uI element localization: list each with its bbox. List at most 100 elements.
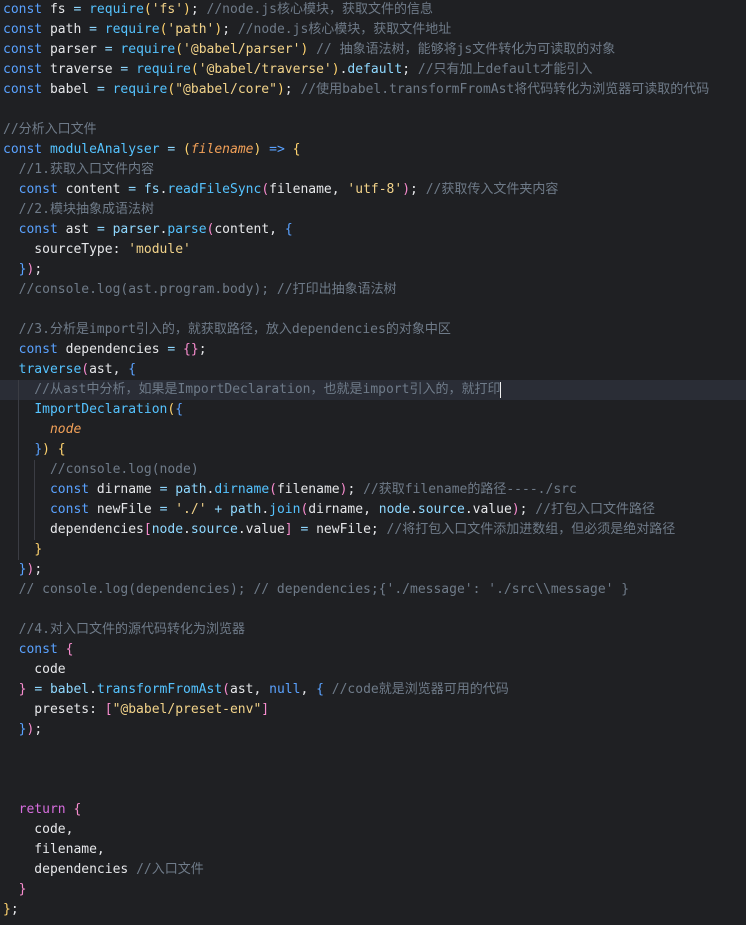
code-line[interactable]: sourceType: 'module': [3, 240, 191, 260]
code-token: //只有加上default才能引入: [410, 62, 593, 77]
code-token: ;: [402, 62, 411, 77]
code-line[interactable]: }: [3, 880, 27, 900]
code-token: source: [190, 522, 238, 537]
code-token: }: [34, 542, 43, 557]
code-token: return: [18, 802, 66, 817]
code-token: //从ast中分析，如果是ImportDeclaration，也就是import…: [3, 382, 501, 397]
code-token: //console.log(ast.program.body); //打印出抽象…: [3, 282, 397, 297]
code-line[interactable]: //console.log(ast.program.body); //打印出抽象…: [3, 280, 397, 300]
code-line[interactable]: code,: [3, 820, 73, 840]
code-line[interactable]: //4.对入口文件的源代码转化为浏览器: [3, 620, 245, 640]
code-line[interactable]: ImportDeclaration({: [3, 400, 183, 420]
code-line[interactable]: const babel = require("@babel/core"); //…: [3, 80, 709, 100]
code-token: 'module': [128, 242, 191, 257]
code-line[interactable]: presets: ["@babel/preset-env"]: [3, 700, 269, 720]
code-token: =: [34, 682, 43, 697]
code-token: readFileSync: [167, 182, 262, 197]
code-token: newFile;: [308, 522, 379, 537]
code-token: (: [190, 62, 199, 77]
code-token: (: [143, 2, 152, 17]
code-token: dependencies: [57, 342, 168, 357]
code-token: {: [128, 362, 137, 377]
code-line[interactable]: //分析入口文件: [3, 120, 97, 140]
code-token: ): [183, 2, 191, 17]
code-token: ]: [284, 522, 293, 537]
code-line[interactable]: const dependencies = {};: [3, 340, 207, 360]
code-token: require: [112, 82, 168, 97]
code-line[interactable]: //2.模块抽象成语法树: [3, 200, 154, 220]
code-token: //将打包入口文件添加进数组，但必须是绝对路径: [378, 522, 676, 537]
code-line[interactable]: const newFile = './' + path.join(dirname…: [3, 500, 655, 520]
code-token: .: [261, 502, 270, 517]
code-line[interactable]: dependencies //入口文件: [3, 860, 204, 880]
code-token: //node.js核心模块，获取文件的信息: [198, 2, 433, 17]
code-token: //入口文件: [136, 862, 204, 877]
code-token: fs: [143, 182, 160, 197]
code-editor[interactable]: const fs = require('fs'); //node.js核心模块，…: [0, 0, 746, 925]
code-line[interactable]: const ast = parser.parse(content, {: [3, 220, 293, 240]
code-token: ]: [261, 702, 270, 717]
code-line[interactable]: });: [3, 260, 42, 280]
code-token: ): [42, 442, 50, 457]
code-token: =: [96, 82, 105, 97]
code-token: ImportDeclaration: [34, 402, 168, 417]
code-line[interactable]: return {: [3, 800, 82, 820]
code-line[interactable]: const fs = require('fs'); //node.js核心模块，…: [3, 0, 433, 20]
code-line[interactable]: const content = fs.readFileSync(filename…: [3, 180, 559, 200]
code-token: source: [417, 502, 465, 517]
code-token: ast,: [89, 362, 129, 377]
code-line[interactable]: const path = require('path'); //node.js核…: [3, 20, 451, 40]
code-line[interactable]: //console.log(node): [3, 460, 199, 480]
text-cursor: [500, 381, 502, 398]
code-token: traverse: [18, 362, 82, 377]
code-token: join: [269, 502, 301, 517]
code-token: require: [120, 42, 176, 57]
code-token: //打包入口文件路径: [527, 502, 655, 517]
code-line[interactable]: });: [3, 720, 42, 740]
code-line[interactable]: dependencies[node.source.value] = newFil…: [3, 520, 675, 540]
code-line[interactable]: });: [3, 560, 42, 580]
code-token: "@babel/preset-env": [112, 702, 262, 717]
code-line[interactable]: node: [3, 420, 81, 440]
code-line[interactable]: //1.获取入口文件内容: [3, 160, 154, 180]
code-line[interactable]: traverse(ast, {: [3, 360, 136, 380]
code-token: [: [104, 702, 113, 717]
code-line[interactable]: //从ast中分析，如果是ImportDeclaration，也就是import…: [3, 380, 502, 400]
code-token: transformFromAst: [96, 682, 223, 697]
code-line[interactable]: };: [3, 900, 19, 920]
code-token: //分析入口文件: [3, 122, 97, 137]
code-token: const: [18, 182, 58, 197]
code-token: node: [378, 502, 411, 517]
code-token: +: [214, 502, 223, 517]
code-token: (: [183, 142, 191, 157]
code-token: dirname,: [308, 502, 379, 517]
code-line[interactable]: filename,: [3, 840, 104, 860]
code-token: //3.分析是import引入的，就获取路径，放入dependencies的对象…: [3, 322, 451, 337]
code-token: 'utf-8': [347, 182, 403, 197]
code-line[interactable]: } = babel.transformFromAst(ast, null, { …: [3, 680, 509, 700]
code-token: }: [3, 902, 11, 917]
code-line[interactable]: const traverse = require('@babel/travers…: [3, 60, 592, 80]
code-token: babel: [42, 82, 97, 97]
code-token: node: [49, 422, 82, 437]
code-line[interactable]: const {: [3, 640, 74, 660]
code-token: .: [410, 502, 418, 517]
code-line[interactable]: const moduleAnalyser = (filename) => {: [3, 140, 300, 160]
code-line[interactable]: code: [3, 660, 65, 680]
code-line[interactable]: }: [3, 540, 42, 560]
code-line[interactable]: //3.分析是import引入的，就获取路径，放入dependencies的对象…: [3, 320, 451, 340]
code-line[interactable]: // console.log(dependencies); // depende…: [3, 580, 630, 600]
code-token: //使用babel.transformFromAst将代码转化为浏览器可读取的代…: [292, 82, 710, 97]
code-token: {: [292, 142, 301, 157]
code-line[interactable]: const parser = require('@babel/parser') …: [3, 40, 615, 60]
code-line[interactable]: const dirname = path.dirname(filename); …: [3, 480, 577, 500]
code-line[interactable]: }) {: [3, 440, 65, 460]
code-token: 'path': [167, 22, 215, 37]
